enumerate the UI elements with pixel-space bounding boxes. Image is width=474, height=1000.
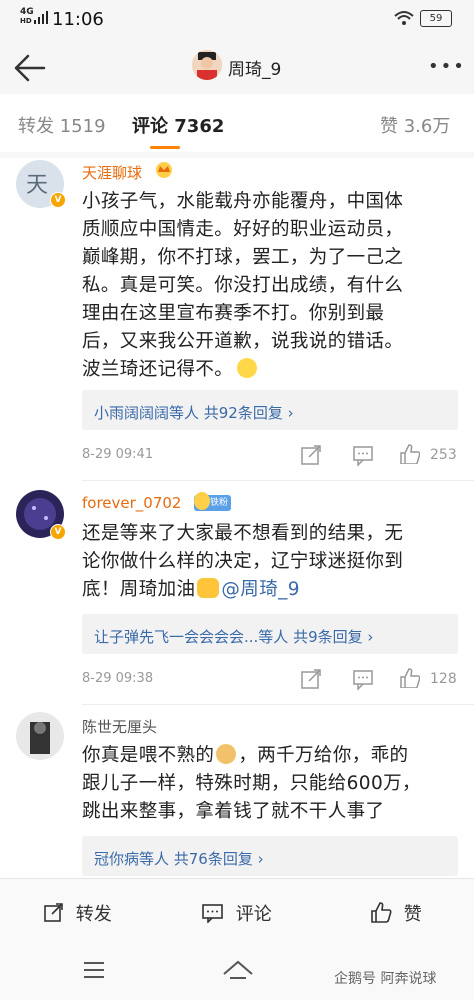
like-button[interactable]: 赞 bbox=[370, 900, 422, 926]
share-icon[interactable] bbox=[300, 444, 322, 466]
crown-icon bbox=[156, 162, 172, 178]
dog-emoji-icon bbox=[216, 744, 237, 764]
battery-icon: 59 bbox=[420, 10, 452, 27]
comment-text: 小孩子气，水能载舟亦能覆舟，中国体 质顺应中国情走。好好的职业运动员， 巅峰期，… bbox=[82, 191, 404, 380]
verified-badge: V bbox=[50, 524, 66, 540]
person-avatar-icon bbox=[192, 50, 222, 80]
watermark: 企鹅号 阿奔说球 bbox=[334, 971, 437, 987]
divider bbox=[82, 704, 474, 705]
verified-badge: V bbox=[50, 192, 66, 208]
commenter-name[interactable]: forever_0702 bbox=[82, 494, 181, 512]
tab-comments[interactable]: 评论 7362 bbox=[132, 112, 224, 138]
comment-text: 你真是喂不熟的 ，两千万给你，乖的 跟儿子一样，特殊时期，只能给600万， 跳出来… bbox=[82, 744, 421, 822]
like-count: 253 bbox=[430, 447, 457, 463]
tab-likes[interactable]: 赞 3.6万 bbox=[380, 112, 450, 138]
reply-summary[interactable]: 冠你病等人 共76条回复 › bbox=[82, 836, 458, 876]
repost-button[interactable]: 转发 bbox=[44, 900, 112, 926]
comment-text: 还是等来了大家最不想看到的结果，无 论你做什么样的决定，辽宁球迷挺你到 底！周琦… bbox=[82, 523, 404, 600]
menu-icon[interactable] bbox=[82, 960, 106, 980]
flex-emoji-icon bbox=[197, 578, 220, 598]
thumbs-up-icon[interactable] bbox=[398, 442, 420, 464]
divider bbox=[0, 152, 474, 158]
commenter-name[interactable]: 天涯聊球 bbox=[82, 162, 142, 183]
tab-repost[interactable]: 转发 1519 bbox=[18, 112, 106, 138]
mention-link[interactable]: @周琦_9 bbox=[221, 579, 300, 600]
commenter-name[interactable]: 陈世无厘头 bbox=[82, 716, 157, 737]
commenter-avatar[interactable] bbox=[16, 712, 64, 760]
wifi-icon bbox=[394, 11, 414, 25]
comment-icon[interactable] bbox=[352, 668, 374, 690]
network-indicator: 4G HD bbox=[20, 7, 34, 26]
fan-badge-icon bbox=[194, 492, 210, 510]
reply-summary[interactable]: 让子弹先飞一会会会会...等人 共9条回复 › bbox=[82, 614, 458, 654]
thumbs-up-icon[interactable] bbox=[398, 666, 420, 688]
author-avatar[interactable] bbox=[192, 50, 222, 80]
repost-icon bbox=[44, 903, 63, 922]
home-icon[interactable] bbox=[222, 958, 254, 982]
page-title: 周琦_9 bbox=[228, 60, 282, 80]
clock: 11:06 bbox=[52, 9, 104, 30]
back-arrow-icon bbox=[14, 54, 46, 82]
back-button[interactable] bbox=[10, 48, 50, 88]
comment-time: 8-29 09:38 bbox=[82, 671, 154, 686]
signal-icon bbox=[34, 11, 48, 24]
share-icon[interactable] bbox=[300, 668, 322, 690]
reply-summary[interactable]: 小雨阔阔阔等人 共92条回复 › bbox=[82, 390, 458, 430]
comment-icon bbox=[202, 904, 223, 924]
like-count: 128 bbox=[430, 671, 457, 687]
svg-text:天: 天 bbox=[26, 173, 48, 198]
more-button[interactable]: ••• bbox=[428, 56, 466, 77]
thumbs-up-icon bbox=[371, 902, 392, 923]
comment-icon[interactable] bbox=[352, 444, 374, 466]
divider bbox=[82, 480, 474, 481]
grin-emoji-icon bbox=[237, 358, 258, 378]
comment-time: 8-29 09:41 bbox=[82, 447, 154, 462]
active-tab-indicator bbox=[150, 146, 180, 149]
comment-button[interactable]: 评论 bbox=[202, 900, 272, 926]
avatar-image bbox=[16, 712, 64, 760]
